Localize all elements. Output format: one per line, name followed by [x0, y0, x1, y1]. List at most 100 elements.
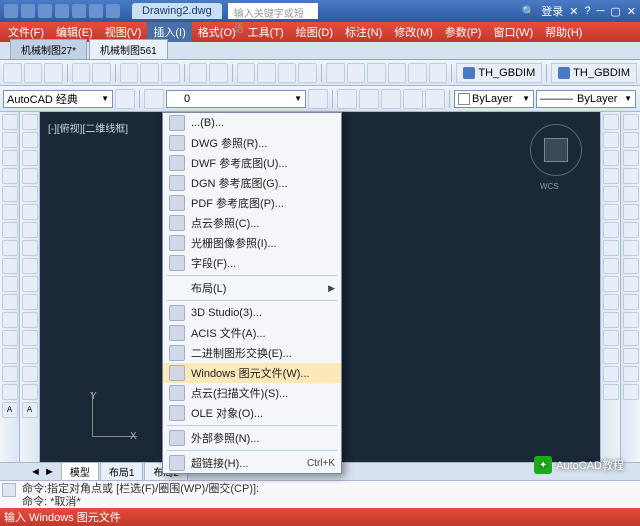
view-cube[interactable]: WCS [530, 124, 582, 176]
workspace-combo[interactable]: AutoCAD 经典▼ [3, 90, 113, 108]
menu-format[interactable]: 格式(O) [192, 22, 242, 42]
polygon-icon[interactable] [22, 168, 38, 184]
properties-icon[interactable] [326, 63, 345, 83]
menu-item-pointcloud-scan[interactable]: 点云(扫描文件)(S)... [163, 383, 341, 403]
qat-open-icon[interactable] [38, 4, 52, 18]
zoom-prev-icon[interactable] [298, 63, 317, 83]
new-icon[interactable] [3, 63, 22, 83]
preview-icon[interactable] [92, 63, 111, 83]
qat-save-icon[interactable] [55, 4, 69, 18]
donut-icon[interactable] [2, 348, 18, 364]
dim-aligned-icon[interactable] [623, 132, 639, 148]
paste-icon[interactable] [161, 63, 180, 83]
menu-item-acis[interactable]: ACIS 文件(A)... [163, 323, 341, 343]
layer-combo[interactable]: 0▼ [166, 90, 306, 108]
layout-tab[interactable]: 布局1 [100, 462, 144, 481]
tab-nav-icon[interactable]: ◄ ► [30, 466, 55, 478]
xline-icon[interactable] [22, 114, 38, 130]
menu-draw[interactable]: 绘图(D) [290, 22, 339, 42]
ellipse-icon[interactable] [2, 204, 18, 220]
fillet-icon[interactable] [603, 366, 619, 382]
tolerance-icon[interactable] [623, 330, 639, 346]
erase-icon[interactable] [603, 114, 619, 130]
toolpalettes-icon[interactable] [367, 63, 386, 83]
menu-tools[interactable]: 工具(T) [242, 22, 290, 42]
dim-ordinate-icon[interactable] [623, 240, 639, 256]
menu-dimension[interactable]: 标注(N) [339, 22, 388, 42]
menu-item-wmf[interactable]: Windows 图元文件(W)... [163, 363, 341, 383]
menu-item-dxb[interactable]: 二进制图形交换(E)... [163, 343, 341, 363]
array-icon[interactable] [603, 186, 619, 202]
markup-icon[interactable] [408, 63, 427, 83]
app-menu-button[interactable] [4, 4, 18, 18]
minimize-icon[interactable]: ─ [597, 5, 605, 17]
layer-iso-icon[interactable] [359, 89, 379, 109]
dim-space-icon[interactable] [623, 294, 639, 310]
explode-icon[interactable] [603, 384, 619, 400]
centermark-icon[interactable] [623, 348, 639, 364]
save-icon[interactable] [44, 63, 63, 83]
cut-icon[interactable] [120, 63, 139, 83]
polyline-icon[interactable] [2, 132, 18, 148]
dim-angular-icon[interactable] [623, 150, 639, 166]
move-icon[interactable] [603, 204, 619, 220]
mirror-icon[interactable] [603, 150, 619, 166]
menu-item-hyperlink[interactable]: 超链接(H)...Ctrl+K [163, 453, 341, 473]
copy-icon[interactable] [140, 63, 159, 83]
qat-redo-icon[interactable] [89, 4, 103, 18]
open-icon[interactable] [24, 63, 43, 83]
file-tab[interactable]: 机械制图27* [10, 39, 87, 59]
menu-item-layout[interactable]: 布局(L)▶ [163, 278, 341, 298]
menu-item-ole[interactable]: OLE 对象(O)... [163, 403, 341, 423]
layer-icon[interactable] [144, 89, 164, 109]
table-icon[interactable] [2, 294, 18, 310]
color-combo[interactable]: ByLayer▼ [454, 90, 534, 108]
qat-plot-icon[interactable] [106, 4, 120, 18]
menu-item-pdf-underlay[interactable]: PDF 参考底图(P)... [163, 193, 341, 213]
solid-icon[interactable] [22, 348, 38, 364]
region-icon[interactable] [2, 276, 18, 292]
layer-states-icon[interactable] [337, 89, 357, 109]
attdef-icon[interactable] [22, 312, 38, 328]
menu-item-dwg-ref[interactable]: DWG 参照(R)... [163, 133, 341, 153]
qat-undo-icon[interactable] [72, 4, 86, 18]
menu-help[interactable]: 帮助(H) [539, 22, 588, 42]
layer-lock-icon[interactable] [425, 89, 445, 109]
arc3p-icon[interactable] [22, 186, 38, 202]
menu-item-raster-ref[interactable]: 光栅图像参照(I)... [163, 233, 341, 253]
copy-obj-icon[interactable] [603, 132, 619, 148]
dim-baseline-icon[interactable] [623, 258, 639, 274]
dim-jogged-icon[interactable] [623, 222, 639, 238]
ray-icon[interactable] [22, 132, 38, 148]
layer-off-icon[interactable] [403, 89, 423, 109]
boundary-icon[interactable] [22, 222, 38, 238]
file-tab[interactable]: 机械制图561 [89, 39, 168, 59]
zoom-window-icon[interactable] [278, 63, 297, 83]
block-icon[interactable] [2, 330, 18, 346]
point-icon[interactable] [2, 258, 18, 274]
signin-link[interactable]: 登录 [541, 3, 563, 19]
sheetset-icon[interactable] [388, 63, 407, 83]
circle-icon[interactable] [2, 150, 18, 166]
dimstyle-button[interactable]: TH_GBDIM [456, 63, 542, 83]
hatch-icon[interactable] [2, 222, 18, 238]
dim-linear-icon[interactable] [623, 114, 639, 130]
model-tab[interactable]: 模型 [61, 462, 99, 481]
linetype-combo[interactable]: ———ByLayer▼ [536, 90, 636, 108]
workspace-settings-icon[interactable] [115, 89, 135, 109]
spline-icon[interactable] [2, 240, 18, 256]
pan-icon[interactable] [237, 63, 256, 83]
redo-icon[interactable] [209, 63, 228, 83]
dim-diameter-icon[interactable] [623, 204, 639, 220]
ring-icon[interactable] [22, 366, 38, 382]
join-icon[interactable] [603, 330, 619, 346]
menu-item-dgn-underlay[interactable]: DGN 参考底图(G)... [163, 173, 341, 193]
stretch-icon[interactable] [603, 258, 619, 274]
wipeout-icon[interactable] [2, 384, 18, 400]
exchange-icon[interactable]: ✕ [569, 5, 578, 18]
close-icon[interactable]: ✕ [627, 5, 636, 18]
helix-icon[interactable] [22, 330, 38, 346]
help-icon[interactable]: ? [584, 5, 590, 17]
menu-item-field[interactable]: 字段(F)... [163, 253, 341, 273]
text-icon[interactable]: A [2, 402, 18, 418]
